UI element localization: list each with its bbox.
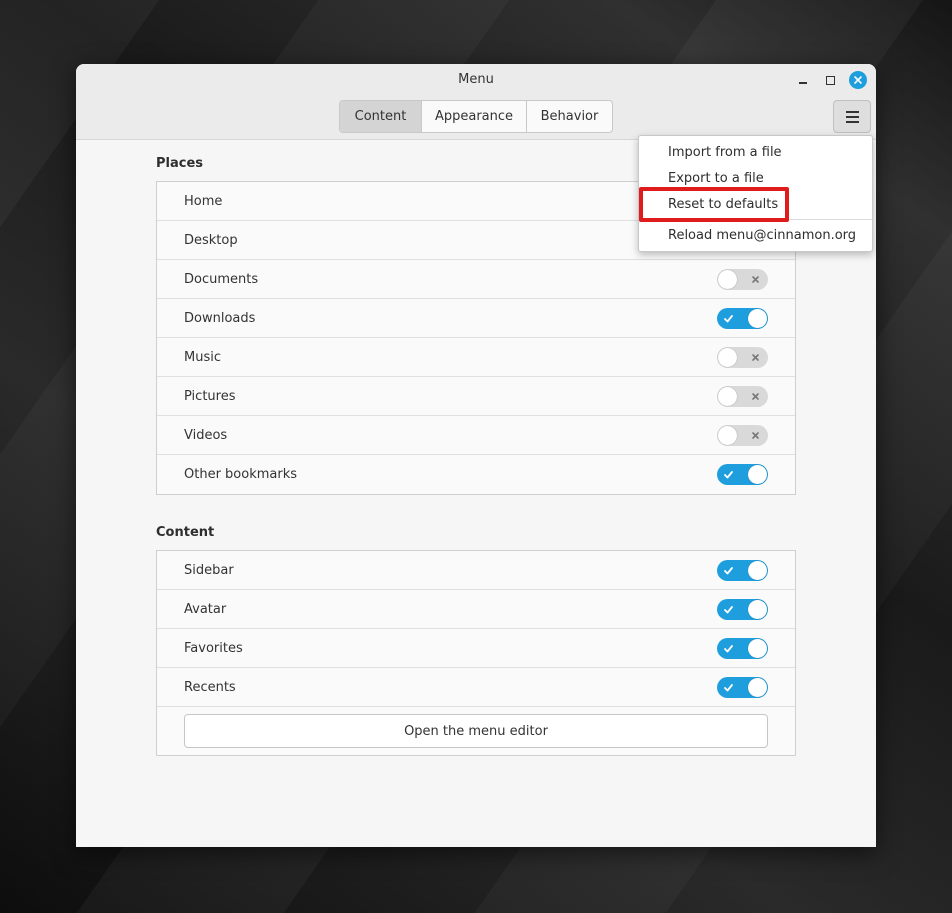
x-icon xyxy=(752,431,759,439)
list-item: Favorites xyxy=(157,629,795,668)
check-icon xyxy=(724,644,733,652)
check-icon xyxy=(724,314,733,322)
documents-switch[interactable] xyxy=(717,268,768,290)
content-label-recents: Recents xyxy=(184,679,236,695)
pictures-switch[interactable] xyxy=(717,385,768,407)
content-label-favorites: Favorites xyxy=(184,640,243,656)
place-label-home: Home xyxy=(184,193,223,209)
reset-defaults-highlight-box xyxy=(639,187,789,222)
switch-knob xyxy=(718,269,737,289)
switch-knob xyxy=(718,347,737,367)
menu-item-import[interactable]: Import from a file xyxy=(668,145,782,160)
minimize-icon xyxy=(799,82,807,84)
list-item: Music xyxy=(157,338,795,377)
place-label-videos: Videos xyxy=(184,427,228,443)
list-item: Recents xyxy=(157,668,795,707)
switch-knob xyxy=(748,677,767,697)
switch-knob xyxy=(748,560,767,580)
place-label-pictures: Pictures xyxy=(184,388,236,404)
window-title: Menu xyxy=(458,72,494,87)
downloads-switch[interactable] xyxy=(717,307,768,329)
content-label-sidebar: Sidebar xyxy=(184,562,234,578)
favorites-switch[interactable] xyxy=(717,637,768,659)
recents-switch[interactable] xyxy=(717,676,768,698)
other-bookmarks-switch[interactable] xyxy=(717,464,768,485)
hamburger-menu-icon-bar xyxy=(845,115,859,118)
check-icon xyxy=(724,683,733,691)
tab-appearance[interactable]: Appearance xyxy=(422,101,527,132)
tab-content[interactable]: Content xyxy=(340,101,422,132)
maximize-button[interactable] xyxy=(821,71,839,89)
list-item: Other bookmarks xyxy=(157,455,795,494)
maximize-icon xyxy=(825,75,835,85)
close-icon xyxy=(854,76,862,84)
check-icon xyxy=(724,566,733,574)
place-label-music: Music xyxy=(184,349,221,365)
check-icon xyxy=(724,605,733,613)
x-icon xyxy=(752,392,759,400)
close-button[interactable] xyxy=(849,71,867,89)
menu-item-reload[interactable]: Reload menu@cinnamon.org xyxy=(668,228,856,243)
content-list: Sidebar Avatar Favorites Recents Open th… xyxy=(156,550,796,756)
x-icon xyxy=(752,353,759,361)
open-menu-editor-button[interactable]: Open the menu editor xyxy=(184,714,768,748)
list-item: Documents xyxy=(157,260,795,299)
content-label-avatar: Avatar xyxy=(184,601,227,617)
switch-knob xyxy=(718,425,737,445)
list-item: Avatar xyxy=(157,590,795,629)
sidebar-switch[interactable] xyxy=(717,559,768,581)
place-label-documents: Documents xyxy=(184,271,259,287)
check-icon xyxy=(724,471,733,479)
music-switch[interactable] xyxy=(717,346,768,368)
tab-bar: Content Appearance Behavior xyxy=(339,100,613,133)
content-section-title: Content xyxy=(156,525,215,540)
menu-item-export[interactable]: Export to a file xyxy=(668,171,764,186)
list-item: Sidebar xyxy=(157,551,795,590)
switch-knob xyxy=(748,308,767,328)
place-label-downloads: Downloads xyxy=(184,310,256,326)
switch-knob xyxy=(748,638,767,658)
list-item: Videos xyxy=(157,416,795,455)
list-item: Downloads xyxy=(157,299,795,338)
hamburger-menu-icon-bar xyxy=(845,120,859,123)
minimize-button[interactable] xyxy=(794,71,812,89)
place-label-other-bookmarks: Other bookmarks xyxy=(184,467,298,482)
switch-knob xyxy=(748,599,767,619)
videos-switch[interactable] xyxy=(717,424,768,446)
x-icon xyxy=(752,275,759,283)
places-section-title: Places xyxy=(156,156,204,171)
avatar-switch[interactable] xyxy=(717,598,768,620)
switch-knob xyxy=(718,386,737,406)
hamburger-menu-button[interactable] xyxy=(833,100,871,133)
switch-knob xyxy=(748,465,767,484)
place-label-desktop: Desktop xyxy=(184,232,238,248)
editor-row: Open the menu editor xyxy=(157,707,795,755)
titlebar: Menu Content Appearance Behavior xyxy=(76,64,876,140)
list-item: Pictures xyxy=(157,377,795,416)
tab-behavior[interactable]: Behavior xyxy=(527,101,612,132)
hamburger-menu-icon xyxy=(845,110,859,113)
